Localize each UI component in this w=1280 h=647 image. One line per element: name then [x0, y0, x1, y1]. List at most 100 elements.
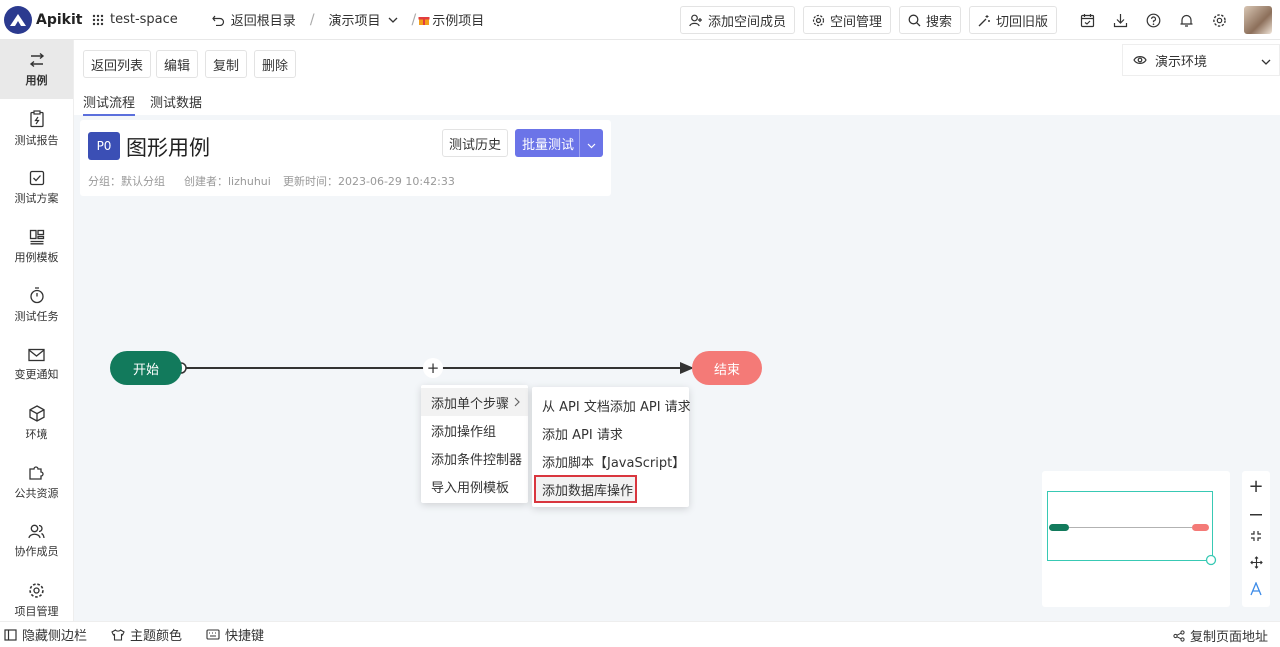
sidebar-item-resources[interactable]: 公共资源	[0, 453, 73, 512]
switch-old-version-button[interactable]: 切回旧版	[968, 6, 1057, 34]
shirt-icon	[111, 628, 125, 641]
space-switcher[interactable]: test-space	[92, 12, 178, 27]
hide-sidebar-label: 隐藏侧边栏	[22, 629, 88, 644]
breadcrumb-separator: /	[411, 11, 417, 28]
sidebar-item-label: 变更通知	[14, 367, 59, 381]
settings-gear-icon[interactable]	[1203, 0, 1236, 40]
sidebar-item-environment[interactable]: 环境	[0, 394, 73, 453]
back-root-link[interactable]: 返回根目录	[212, 10, 296, 29]
sidebar-item-members[interactable]: 协作成员	[0, 512, 73, 571]
gift-icon	[418, 14, 430, 26]
timer-icon	[29, 287, 44, 304]
case-icon	[29, 52, 44, 67]
submenu-item-from-api-doc[interactable]: 从 API 文档添加 API 请求	[532, 391, 691, 419]
copy-page-url-button[interactable]: 复制页面地址	[1173, 626, 1268, 645]
sidebar-item-label: 公共资源	[14, 487, 59, 500]
mail-icon	[28, 348, 45, 361]
project-selector[interactable]: 演示项目	[329, 10, 398, 29]
gear-icon	[29, 583, 44, 598]
space-name: test-space	[110, 12, 178, 27]
add-step-plus-button[interactable]: +	[423, 358, 443, 378]
chevron-down-icon	[388, 17, 398, 23]
bottom-bar: 隐藏侧边栏 主题颜色 快捷键 复制页面地址	[0, 621, 1280, 647]
zoom-controls: +	[1242, 471, 1270, 607]
zoom-out-icon[interactable]	[1250, 505, 1262, 520]
grid-icon	[92, 14, 104, 26]
minimap-flow	[1049, 524, 1217, 566]
sidebar-item-tasks[interactable]: 测试任务	[0, 276, 73, 335]
main-content: 返回列表 编辑 复制 删除 测试流程 测试数据 演示环境 P0 图形用例 测试历…	[74, 40, 1280, 621]
search-label: 搜索	[925, 14, 952, 30]
sidebar-item-label: 项目管理	[14, 605, 59, 618]
sample-project-label: 示例项目	[432, 14, 485, 29]
template-icon	[29, 229, 44, 244]
shortcuts-label: 快捷键	[225, 629, 265, 644]
sidebar-item-label: 环境	[25, 428, 48, 441]
zoom-in-icon[interactable]: +	[1248, 477, 1263, 496]
report-icon	[29, 109, 44, 127]
plan-icon	[29, 170, 44, 185]
add-member-button[interactable]: 添加空间成员	[679, 6, 795, 34]
members-icon	[28, 524, 45, 539]
gear-icon	[812, 14, 825, 27]
keyboard-icon	[206, 629, 220, 640]
sidebar-item-cases[interactable]: 用例	[0, 40, 73, 99]
menu-item-add-group[interactable]: 添加操作组	[421, 416, 528, 444]
cube-icon	[28, 405, 45, 422]
project-name: 演示项目	[328, 14, 381, 29]
end-node[interactable]: 结束	[692, 351, 762, 385]
submenu-item-add-db-operation[interactable]: 添加数据库操作	[534, 475, 637, 503]
submenu-item-add-api-request[interactable]: 添加 API 请求	[532, 419, 689, 447]
top-bar: Apikit test-space 返回根目录 / 演示项目 / 示例项目 添加…	[0, 0, 1280, 40]
sidebar-toggle-icon	[4, 628, 17, 641]
copy-url-label: 复制页面地址	[1189, 630, 1268, 645]
space-manage-button[interactable]: 空间管理	[802, 6, 891, 34]
space-manage-label: 空间管理	[829, 14, 882, 30]
sidebar-item-reports[interactable]: 测试报告	[0, 99, 73, 158]
pan-move-icon[interactable]	[1249, 555, 1263, 573]
shortcuts-button[interactable]: 快捷键	[206, 625, 264, 644]
sidebar-item-plans[interactable]: 测试方案	[0, 158, 73, 217]
bell-icon[interactable]	[1170, 0, 1203, 40]
search-icon	[908, 14, 921, 27]
switch-old-label: 切回旧版	[995, 14, 1048, 30]
user-plus-icon	[689, 14, 703, 27]
sidebar-item-notifications[interactable]: 变更通知	[0, 335, 73, 394]
add-single-step-submenu: 从 API 文档添加 API 请求 添加 API 请求 添加脚本【JavaScr…	[532, 387, 691, 507]
add-step-menu: 添加单个步骤 添加操作组 添加条件控制器 导入用例模板	[421, 385, 528, 503]
add-member-label: 添加空间成员	[707, 14, 786, 30]
magic-wand-icon	[978, 14, 991, 27]
sidebar-item-label: 协作成员	[14, 545, 59, 558]
search-button[interactable]: 搜索	[898, 6, 961, 34]
menu-item-add-single-step[interactable]: 添加单个步骤	[421, 388, 528, 416]
auto-layout-icon[interactable]	[1250, 581, 1262, 600]
fit-view-icon[interactable]	[1250, 530, 1262, 546]
minimap-resize-handle	[1205, 554, 1217, 566]
sidebar-item-label: 测试任务	[14, 310, 59, 323]
calendar-icon[interactable]	[1071, 0, 1104, 40]
menu-item-label: 添加单个步骤	[431, 396, 510, 412]
menu-item-import-template[interactable]: 导入用例模板	[421, 472, 528, 500]
chevron-right-icon	[514, 396, 520, 411]
minimap[interactable]	[1042, 471, 1230, 607]
theme-color-label: 主题颜色	[130, 629, 183, 644]
avatar[interactable]	[1244, 6, 1272, 34]
start-node[interactable]: 开始	[110, 351, 182, 385]
submenu-item-add-script[interactable]: 添加脚本【JavaScript】	[532, 447, 689, 475]
sidebar-item-label: 用例	[25, 73, 48, 87]
app-logo[interactable]: Apikit	[0, 5, 88, 34]
sidebar-item-label: 测试方案	[14, 191, 59, 205]
toolbar-right: 添加空间成员 空间管理 搜索 切回旧版	[679, 0, 1280, 40]
sidebar-item-label: 用例模板	[14, 250, 59, 264]
download-icon[interactable]	[1104, 0, 1137, 40]
sidebar-item-templates[interactable]: 用例模板	[0, 217, 73, 276]
theme-color-button[interactable]: 主题颜色	[111, 625, 182, 644]
undo-icon	[212, 14, 225, 26]
puzzle-icon	[29, 466, 44, 480]
help-icon[interactable]	[1137, 0, 1170, 40]
app-name: Apikit	[36, 11, 83, 28]
menu-item-add-condition[interactable]: 添加条件控制器	[421, 444, 528, 472]
sample-project-crumb[interactable]: 示例项目	[418, 10, 484, 29]
breadcrumb-separator: /	[309, 11, 315, 28]
hide-sidebar-button[interactable]: 隐藏侧边栏	[4, 625, 87, 644]
